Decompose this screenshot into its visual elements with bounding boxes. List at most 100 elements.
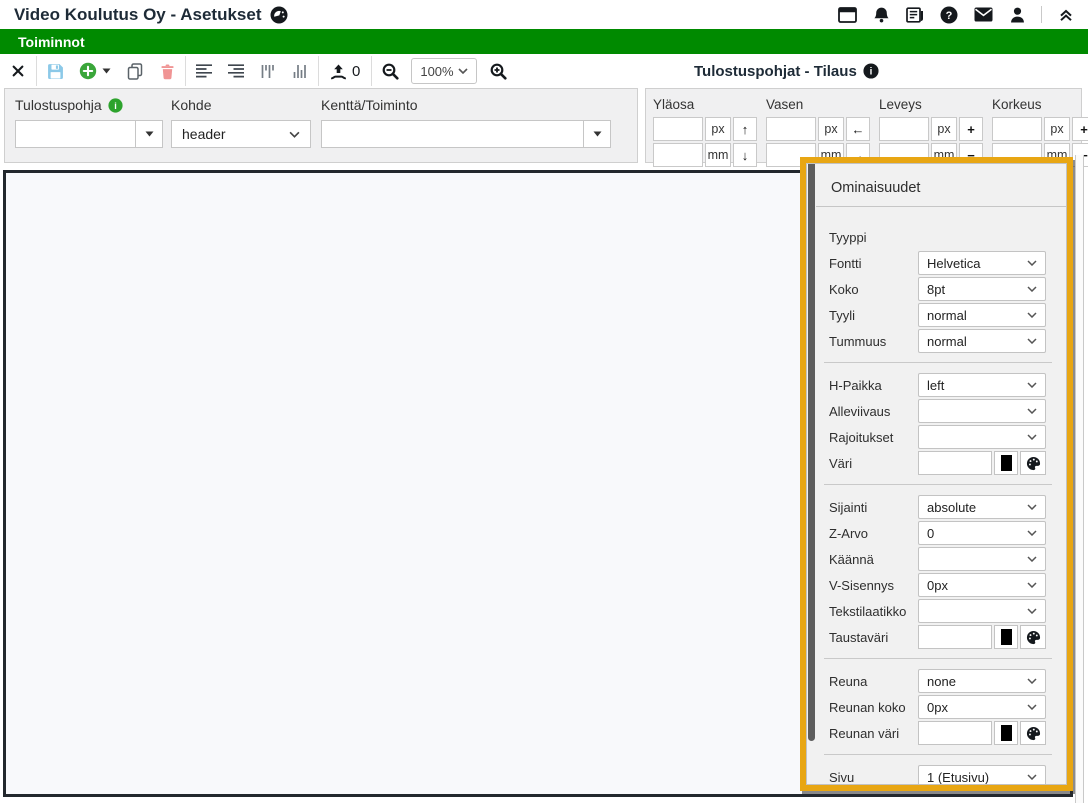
upload-count: 0 [352,63,360,80]
property-row: H-Paikka left [829,372,1046,398]
section-divider [824,754,1052,755]
add-button[interactable] [71,56,119,86]
mail-icon[interactable] [973,5,993,25]
background-color-swatch-button[interactable] [994,625,1018,649]
tulostuspohja-label: Tulostuspohja i [15,97,163,113]
caret-down-icon [102,68,111,74]
measure-0-px-input[interactable] [653,117,703,141]
increase-height-button[interactable]: + [1072,117,1088,141]
bar-chart-icon [293,64,308,79]
textbox-select[interactable] [918,599,1046,623]
user-icon[interactable] [1007,5,1027,25]
distribute-icon [261,64,276,79]
property-row: Tekstilaatikko [829,598,1046,624]
save-button[interactable] [39,56,71,86]
property-label: Reunan väri [829,726,899,741]
border-color-swatch-button[interactable] [994,721,1018,745]
property-row: Sijainti absolute [829,494,1046,520]
info-icon[interactable]: i [863,63,879,79]
delete-button[interactable] [151,56,183,86]
kentta-input[interactable] [321,120,583,148]
bar-chart-button[interactable] [284,56,316,86]
tulostuspohja-input[interactable] [15,120,135,148]
background-color-palette-button[interactable] [1020,625,1046,649]
close-button[interactable] [2,56,34,86]
chevron-down-icon [289,131,300,138]
down-button[interactable]: ↓ [733,143,757,167]
chevron-down-icon [1027,678,1037,684]
zoom-level-select[interactable]: 100% [411,58,477,84]
border-size-select[interactable]: 0px [918,695,1046,719]
kentta-dropdown-button[interactable] [583,120,611,148]
up-button[interactable]: ↑ [733,117,757,141]
property-row: Fontti Helvetica [829,250,1046,276]
border-select[interactable]: none [918,669,1046,693]
menu-toiminnot[interactable]: Toiminnot [18,34,85,50]
restrictions-select[interactable] [918,425,1046,449]
property-label: Fontti [829,256,862,271]
increase-width-button[interactable]: + [959,117,983,141]
measure-2-px-input[interactable] [879,117,929,141]
rotate-select[interactable] [918,547,1046,571]
upload-button[interactable]: 0 [321,63,369,80]
font-style-select[interactable]: normal [918,303,1046,327]
z-index-select[interactable]: 0 [918,521,1046,545]
font-size-select[interactable]: 8pt [918,277,1046,301]
property-label: Tummuus [829,334,886,349]
kentta-combobox [321,120,611,148]
measure-1-px-input[interactable] [766,117,816,141]
measure-column: Yläosa px ↑ mm ↓ [653,97,757,169]
border-color-palette-button[interactable] [1020,721,1046,745]
horizontal-align-select[interactable]: left [918,373,1046,397]
text-color-input[interactable] [918,451,992,475]
collapse-icon[interactable] [1056,5,1076,25]
border-select-value: none [927,674,956,689]
info-icon-green[interactable]: i [108,98,123,113]
underline-select[interactable] [918,399,1046,423]
align-right-button[interactable] [220,56,252,86]
help-icon[interactable]: ? [939,5,959,25]
svg-text:i: i [869,67,872,78]
measure-label: Vasen [766,97,870,112]
bell-icon[interactable] [871,5,891,25]
newspaper-icon[interactable] [905,5,925,25]
vertical-scrollbar[interactable] [1075,155,1084,803]
chevron-down-icon [1027,774,1037,780]
align-right-icon [227,64,245,78]
distribute-button[interactable] [252,56,284,86]
property-label: Koko [829,282,859,297]
caret-down-icon [593,131,602,137]
svg-text:?: ? [946,9,953,21]
measure-3-px-input[interactable] [992,117,1042,141]
window-icon[interactable] [837,5,857,25]
font-weight-select-value: normal [927,334,967,349]
zoom-level-value: 100% [420,64,453,79]
background-color-input[interactable] [918,625,992,649]
panel-scrollbar-thumb[interactable] [808,164,815,741]
align-left-button[interactable] [188,56,220,86]
color-swatch [1001,455,1012,471]
chevron-down-icon [1027,582,1037,588]
page-select[interactable]: 1 (Etusivu) [918,765,1046,785]
zoom-out-button[interactable] [374,56,406,86]
text-color-palette-button[interactable] [1020,451,1046,475]
position-select[interactable]: absolute [918,495,1046,519]
copy-button[interactable] [119,56,151,86]
font-select[interactable]: Helvetica [918,251,1046,275]
tulostuspohja-combobox [15,120,163,148]
caret-down-icon [145,131,154,137]
border-color-input[interactable] [918,721,992,745]
font-weight-select[interactable]: normal [918,329,1046,353]
left-indent-select[interactable]: 0px [918,573,1046,597]
kentta-group: Kenttä/Toiminto [321,97,611,148]
gauge-icon[interactable] [270,6,288,24]
property-row: Z-Arvo 0 [829,520,1046,546]
text-color-swatch-button[interactable] [994,451,1018,475]
left-button[interactable]: ← [846,117,870,141]
zoom-in-button[interactable] [482,56,514,86]
zoom-in-icon [490,63,507,80]
kohde-select[interactable]: header [171,120,311,148]
add-icon [79,62,97,80]
tulostuspohja-dropdown-button[interactable] [135,120,163,148]
measure-0-mm-input[interactable] [653,143,703,167]
